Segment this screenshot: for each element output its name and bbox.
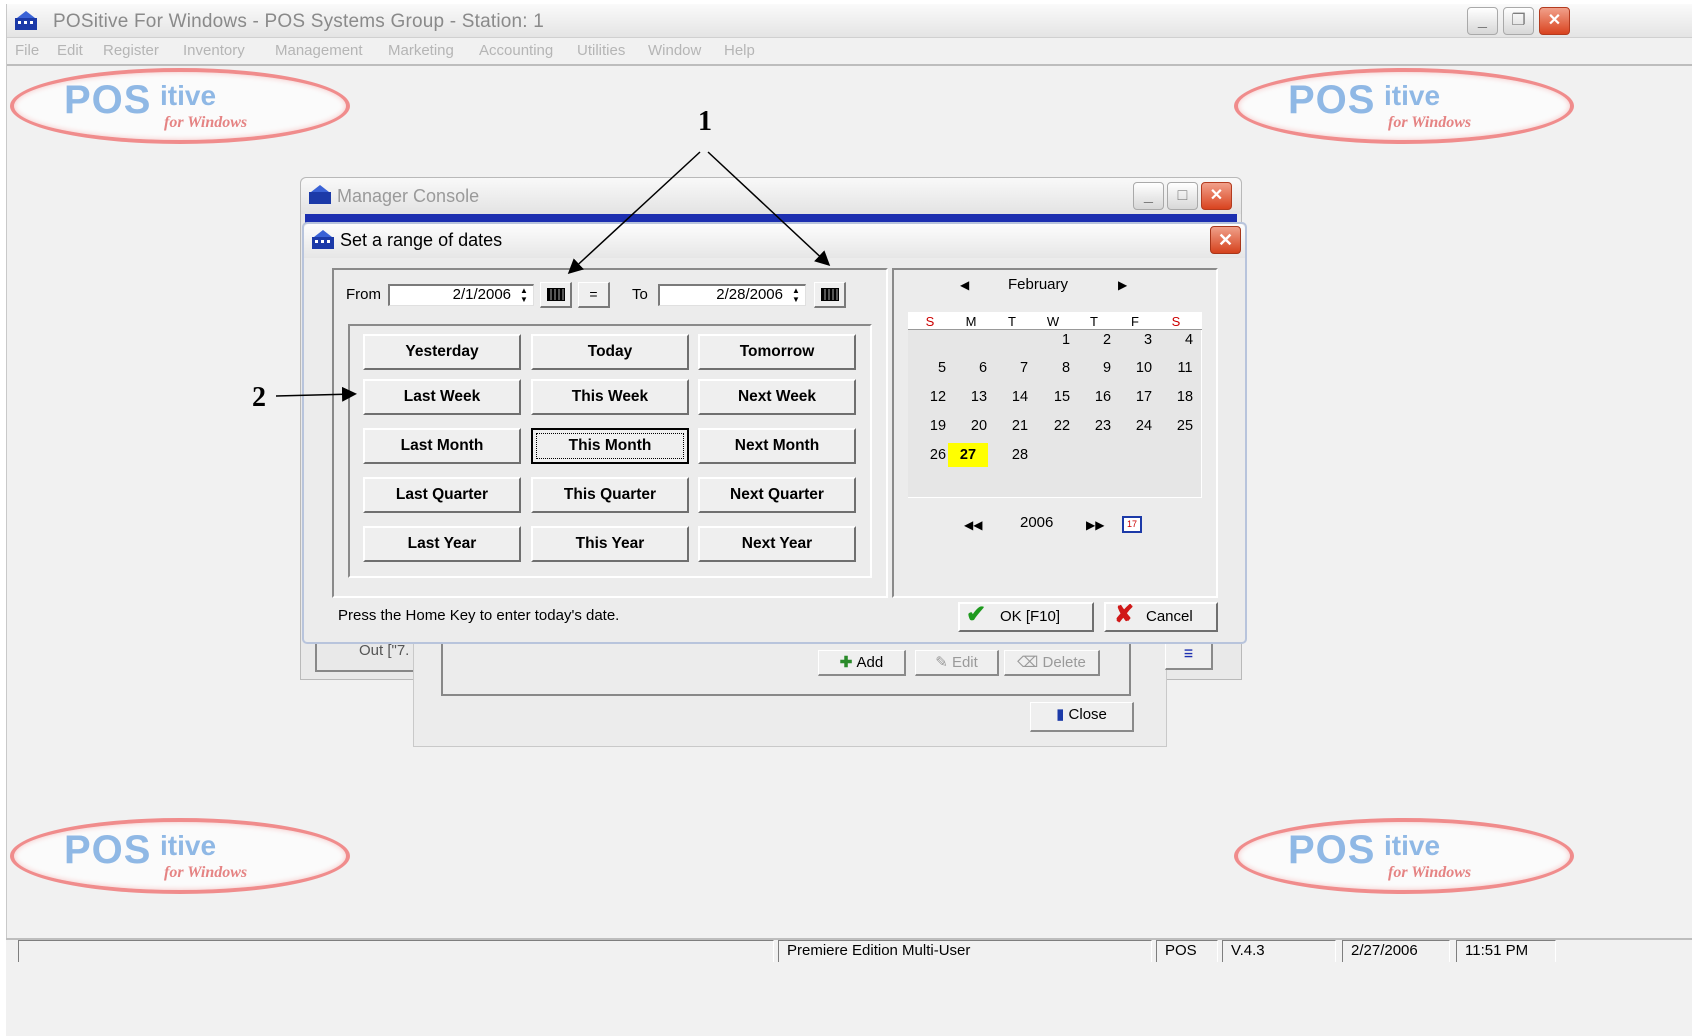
annotation-arrow [567,151,701,275]
annotation-arrow [707,151,831,267]
annotation-arrows [275,151,831,402]
annotation-arrow [275,386,357,402]
